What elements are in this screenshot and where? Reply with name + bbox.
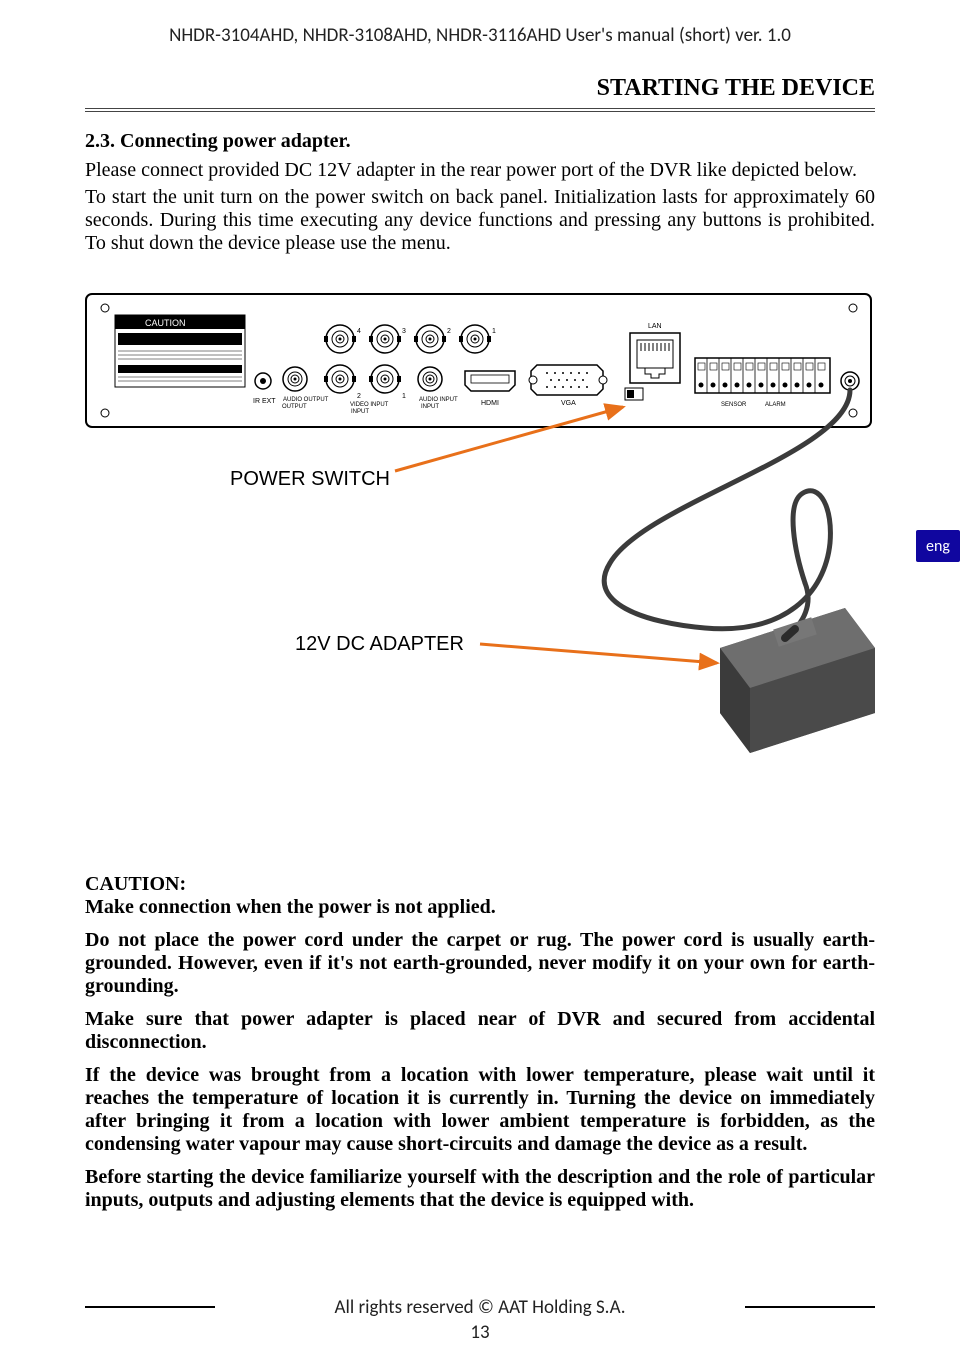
sensor-label: SENSOR [721,402,747,408]
section-title: STARTING THE DEVICE [85,75,875,102]
caution-block: CAUTION: Make connection when the power … [85,873,875,1212]
subsection-title: 2.3. Connecting power adapter. [85,130,875,153]
init-paragraph: To start the unit turn on the power swit… [85,186,875,255]
caution-p2: Do not place the power cord under the ca… [85,929,875,998]
svg-text:4: 4 [357,328,361,335]
section-rule [85,108,875,112]
footer-rule-left [85,1306,215,1308]
dc-adapter-label: 12V DC ADAPTER [295,633,464,656]
audio-output-label: AUDIO OUTPUT [283,397,329,403]
caution-box-label: CAUTION [145,318,186,328]
caution-p3: Make sure that power adapter is placed n… [85,1008,875,1054]
svg-text:INPUT: INPUT [421,404,439,410]
caution-p1: Make connection when the power is not ap… [85,896,875,919]
svg-text:OUTPUT: OUTPUT [282,404,307,410]
svg-text:2: 2 [357,393,361,400]
caution-p5: Before starting the device familiarize y… [85,1166,875,1212]
lan-label: LAN [648,323,662,330]
intro-paragraph: Please connect provided DC 12V adapter i… [85,159,875,182]
audio-input-label: AUDIO INPUT [419,397,458,403]
alarm-label: ALARM [765,402,786,408]
footer-rule-right [745,1306,875,1308]
rear-panel-diagram: CAUTION IR EXT AUDIO OUTPUT OUTPUT [85,293,875,833]
video-input-label: VIDEO INPUT [350,402,389,408]
power-switch-label: POWER SWITCH [230,468,390,491]
caution-heading: CAUTION: [85,873,875,896]
language-tab: eng [916,530,960,562]
hdmi-label: HDMI [481,400,499,407]
page-footer: All rights reserved © AAT Holding S.A. 1… [0,1296,960,1344]
page-number: 13 [0,1321,960,1344]
svg-text:3: 3 [402,328,406,335]
svg-text:1: 1 [402,393,406,400]
svg-text:2: 2 [447,328,451,335]
rear-panel-svg: CAUTION IR EXT AUDIO OUTPUT OUTPUT [85,293,875,833]
vga-label: VGA [561,400,576,407]
ir-ext-label: IR EXT [253,398,276,405]
svg-text:1: 1 [492,328,496,335]
doc-header: NHDR-3104AHD, NHDR-3108AHD, NHDR-3116AHD… [85,24,875,47]
caution-p4: If the device was brought from a locatio… [85,1064,875,1156]
svg-text:INPUT: INPUT [351,409,369,415]
